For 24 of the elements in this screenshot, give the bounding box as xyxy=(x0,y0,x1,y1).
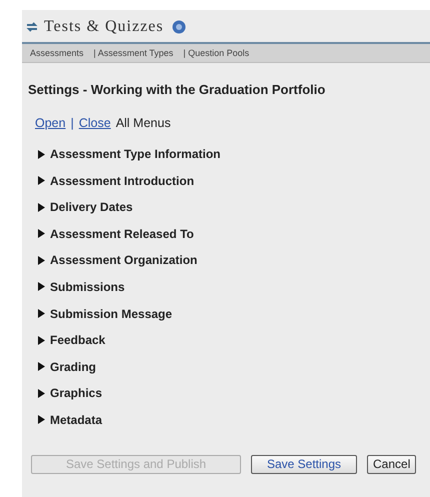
help-icon[interactable] xyxy=(172,20,186,34)
nav-link[interactable]: | Question Pools xyxy=(183,48,250,58)
section-toggle[interactable]: Metadata xyxy=(37,412,430,427)
menus-label: All Menus xyxy=(116,116,171,130)
section-toggle[interactable]: Feedback xyxy=(37,333,430,348)
section-toggle[interactable]: Submission Message xyxy=(37,306,430,321)
swap-arrows-icon xyxy=(26,21,38,33)
open-link[interactable]: Open xyxy=(35,116,66,130)
action-button[interactable]: Cancel xyxy=(367,454,416,474)
section-toggle[interactable]: Assessment Organization xyxy=(37,253,430,268)
section-toggle[interactable]: Submissions xyxy=(37,280,430,294)
nav-link[interactable]: | Assessment Types xyxy=(94,48,174,58)
section-toggle[interactable]: Assessment Introduction xyxy=(37,174,430,188)
nav-link[interactable]: Assessments xyxy=(30,48,84,58)
section-toggle[interactable]: Assessment Type Information xyxy=(37,147,430,161)
section-toggle[interactable]: Delivery Dates xyxy=(37,200,430,214)
section-toggle[interactable]: Graphics xyxy=(37,386,430,400)
section-toggle[interactable]: Grading xyxy=(37,360,430,374)
close-link[interactable]: Close xyxy=(78,116,111,130)
tool-title: Tests & Quizzes xyxy=(44,18,164,36)
action-button[interactable]: Save Settings xyxy=(251,454,357,474)
page-heading: Settings - Working with the Graduation Portfolio xyxy=(27,81,326,97)
section-toggle[interactable]: Assessment Released To xyxy=(37,226,430,241)
separator: | xyxy=(70,116,74,130)
